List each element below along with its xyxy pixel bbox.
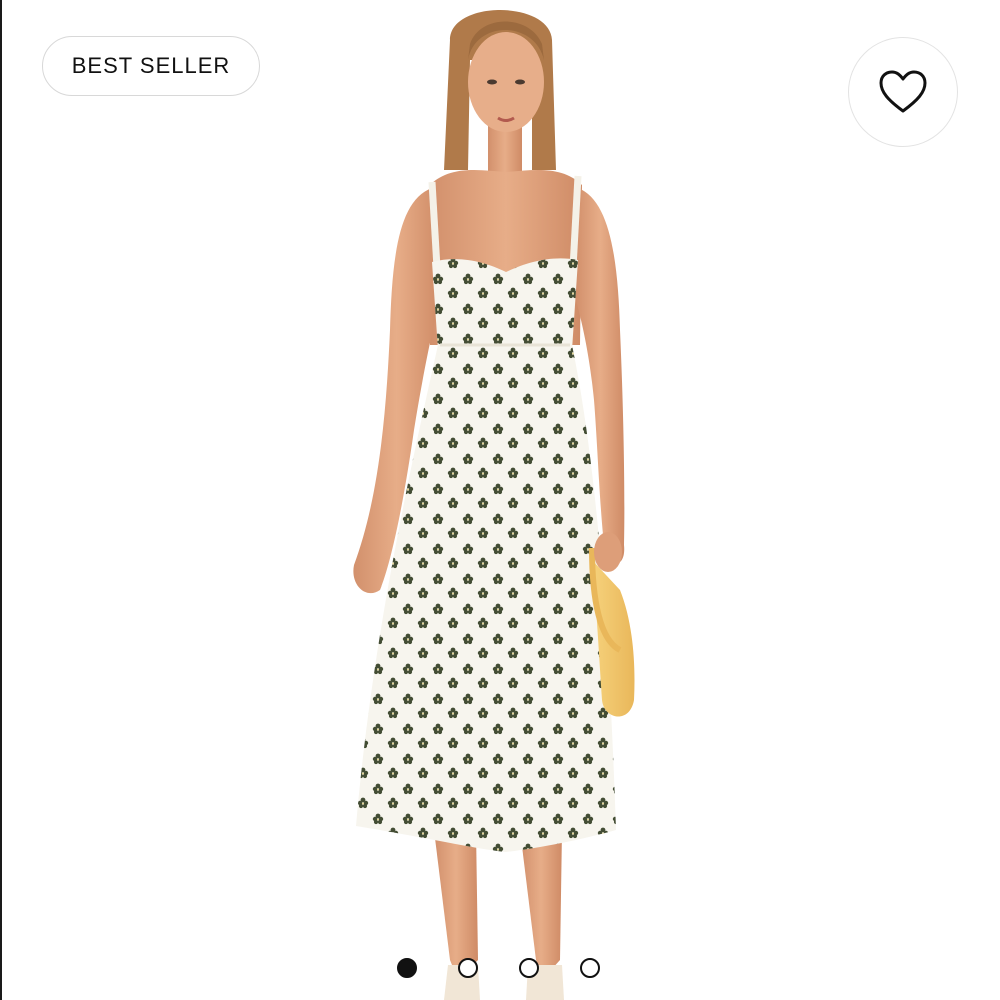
left-edge-divider xyxy=(0,0,2,1000)
gallery-dot-1[interactable] xyxy=(397,958,417,978)
gallery-pagination xyxy=(397,958,600,978)
product-gallery-screen: BEST SELLER xyxy=(0,0,1000,1000)
product-image-dress-model[interactable] xyxy=(280,0,700,1000)
gallery-dot-4[interactable] xyxy=(580,958,600,978)
favorite-button[interactable] xyxy=(848,37,958,147)
gallery-dot-2[interactable] xyxy=(458,958,478,978)
best-seller-badge: BEST SELLER xyxy=(42,36,260,96)
gallery-dot-3[interactable] xyxy=(519,958,539,978)
heart-icon xyxy=(879,70,927,113)
